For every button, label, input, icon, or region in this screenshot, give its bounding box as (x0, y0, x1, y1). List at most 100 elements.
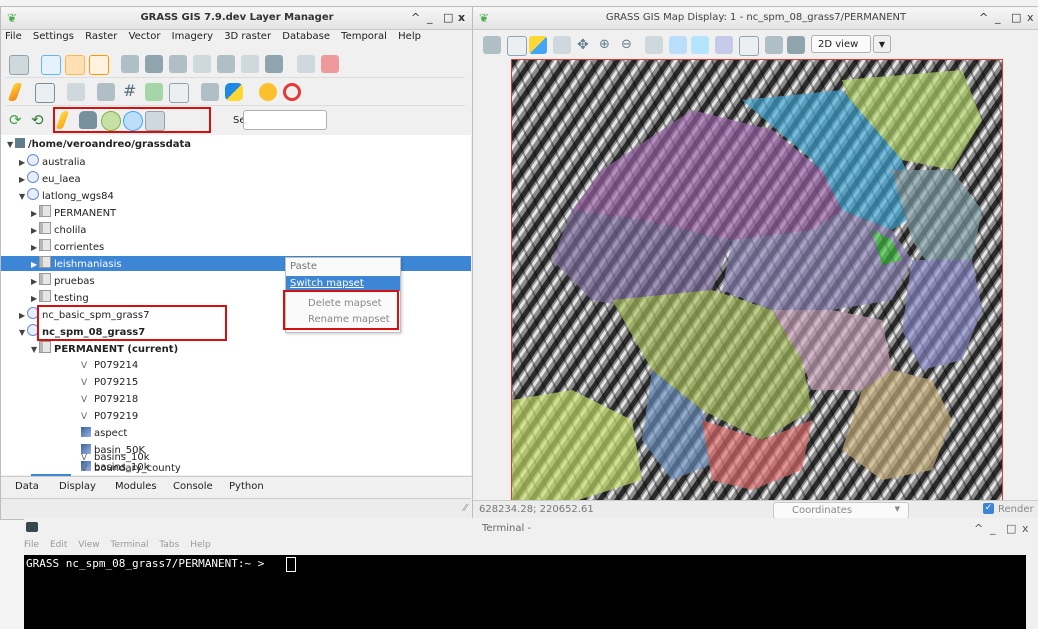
tree-mapset-testing[interactable]: ▶ testing (31, 290, 89, 305)
window-minimize-button[interactable]: _ (995, 11, 1001, 24)
print-map-icon[interactable] (787, 36, 805, 54)
tree-location-australia[interactable]: ▶ australia (19, 154, 86, 169)
window-close-button[interactable]: x (1022, 522, 1029, 535)
window-maximize-button[interactable]: □ (1011, 11, 1021, 24)
zoom-back-icon[interactable] (669, 36, 687, 54)
python-shell-icon[interactable] (225, 83, 243, 101)
tree-mapset-cholila[interactable]: ▶ cholila (31, 222, 86, 237)
window-maximize-button[interactable]: □ (443, 11, 453, 24)
tree-mapset-corrientes[interactable]: ▶ corrientes (31, 239, 104, 254)
psmap-icon[interactable] (169, 83, 189, 103)
map-display-titlebar[interactable]: ❦ GRASS GIS Map Display: 1 - nc_spm_08_g… (473, 7, 1038, 30)
reload-current-icon[interactable]: ⟲ (31, 111, 49, 129)
modeler-icon[interactable] (145, 83, 163, 101)
statusbar-mode-select[interactable]: Coordinates ▼ (773, 502, 909, 519)
help-lifebuoy-icon[interactable] (283, 83, 301, 101)
tree-location-latlong[interactable]: ▼ latlong_wgs84 (19, 188, 114, 203)
edit-vector-icon[interactable] (7, 83, 23, 101)
attribute-table-icon[interactable] (35, 83, 55, 103)
terminal-menu-view[interactable]: View (78, 540, 99, 550)
window-minimize-button[interactable]: _ (427, 11, 433, 24)
zoom-out-icon[interactable]: ⊖ (621, 36, 639, 54)
open-workspace-icon[interactable] (65, 55, 85, 75)
window-close-button[interactable]: x (458, 11, 465, 24)
query-icon[interactable] (553, 36, 571, 54)
terminal-menu-edit[interactable]: Edit (50, 540, 67, 550)
view-mode-select[interactable]: 2D view (811, 35, 871, 53)
menu-database[interactable]: Database (282, 31, 330, 42)
save-map-icon[interactable] (765, 36, 783, 54)
tree-root-grassdb[interactable]: ▼/home/veroandreo/grassdata (7, 137, 191, 152)
search-input[interactable] (243, 110, 327, 130)
menu-3d-raster[interactable]: 3D raster (224, 31, 271, 42)
tree-layer[interactable]: V P079219 (81, 409, 138, 424)
reload-tree-icon[interactable]: ⟳ (9, 111, 27, 129)
add-group-icon[interactable] (265, 55, 283, 73)
tree-mapset-permanent-current[interactable]: ▼ PERMANENT (current) (31, 341, 178, 356)
menu-temporal[interactable]: Temporal (341, 31, 387, 42)
terminal-titlebar[interactable]: Terminal - ^ _ □ x (24, 518, 1038, 538)
zoom-in-icon[interactable]: ⊕ (599, 36, 617, 54)
add-vector-icon[interactable] (193, 55, 211, 73)
resize-grip-icon[interactable]: ⁄⁄ (464, 503, 467, 514)
terminal-menu-file[interactable]: File (24, 540, 39, 550)
add-rgb-icon[interactable] (169, 55, 187, 73)
terminal-menu-help[interactable]: Help (190, 540, 211, 550)
grid-icon[interactable]: # (123, 81, 136, 100)
script-icon[interactable] (201, 83, 219, 101)
add-multiple-raster-icon[interactable] (145, 55, 163, 73)
tree-mapset-permanent[interactable]: ▶ PERMANENT (31, 205, 116, 220)
tree-layer[interactable]: V P079214 (81, 358, 138, 373)
menu-raster[interactable]: Raster (85, 31, 117, 42)
context-menu-paste[interactable]: Paste (290, 261, 317, 272)
render-checkbox[interactable]: ✓ (983, 503, 994, 514)
tree-layer[interactable]: V P079215 (81, 375, 138, 390)
zoom-menu-icon[interactable] (691, 36, 709, 54)
window-minimize-button[interactable]: _ (990, 522, 996, 535)
render-map-icon[interactable] (483, 36, 501, 54)
window-shade-button[interactable]: ^ (974, 522, 983, 535)
start-workspace-icon[interactable] (9, 55, 29, 75)
tab-display[interactable]: Display (59, 481, 96, 492)
menu-settings[interactable]: Settings (33, 31, 74, 42)
menu-help[interactable]: Help (398, 31, 421, 42)
save-workspace-icon[interactable] (89, 55, 109, 75)
add-multiple-vector-icon[interactable] (217, 55, 235, 73)
add-web-layer-icon[interactable] (297, 55, 315, 73)
tree-mapset-pruebas[interactable]: ▶ pruebas (31, 273, 95, 288)
menu-vector[interactable]: Vector (129, 31, 161, 42)
window-close-button[interactable]: x (1027, 11, 1034, 24)
decoration-icon[interactable] (739, 36, 759, 56)
layer-manager-titlebar[interactable]: ❦ GRASS GIS 7.9.dev Layer Manager ^ _ □ … (1, 7, 473, 30)
terminal-output[interactable]: GRASS nc_spm_08_grass7/PERMANENT:~ > (24, 555, 1026, 629)
tab-data[interactable]: Data (15, 481, 39, 492)
georectify-icon[interactable] (67, 83, 85, 101)
window-shade-button[interactable]: ^ (411, 11, 420, 24)
map-canvas[interactable] (511, 59, 1003, 503)
pan-icon[interactable]: ✥ (577, 36, 595, 54)
add-overlay-icon[interactable] (241, 55, 259, 73)
tree-location-eu-laea[interactable]: ▶ eu_laea (19, 171, 81, 186)
view-mode-dropdown-icon[interactable]: ▼ (873, 35, 891, 53)
tree-layer[interactable]: aspect (81, 426, 127, 441)
window-maximize-button[interactable]: □ (1006, 522, 1016, 535)
tree-layer[interactable]: V P079218 (81, 392, 138, 407)
context-menu-switch-mapset[interactable]: Switch mapset (290, 278, 364, 289)
tab-modules[interactable]: Modules (115, 481, 157, 492)
add-raster-icon[interactable] (121, 55, 139, 73)
window-shade-button[interactable]: ^ (979, 11, 988, 24)
terminal-menu-terminal[interactable]: Terminal (110, 540, 148, 550)
tree-layer[interactable]: Vboundary_county (81, 461, 181, 476)
menu-file[interactable]: File (5, 31, 22, 42)
select-icon[interactable] (529, 36, 547, 54)
pointer-icon[interactable] (507, 36, 527, 56)
tab-console[interactable]: Console (173, 481, 213, 492)
cartographic-composer-icon[interactable] (97, 83, 115, 101)
analyze-icon[interactable] (715, 36, 733, 54)
settings-gear-icon[interactable] (259, 83, 277, 101)
terminal-menu-tabs[interactable]: Tabs (159, 540, 179, 550)
tab-python[interactable]: Python (229, 481, 264, 492)
new-display-icon[interactable] (41, 55, 61, 75)
zoom-extent-icon[interactable] (645, 36, 663, 54)
delete-layer-icon[interactable] (321, 55, 339, 73)
